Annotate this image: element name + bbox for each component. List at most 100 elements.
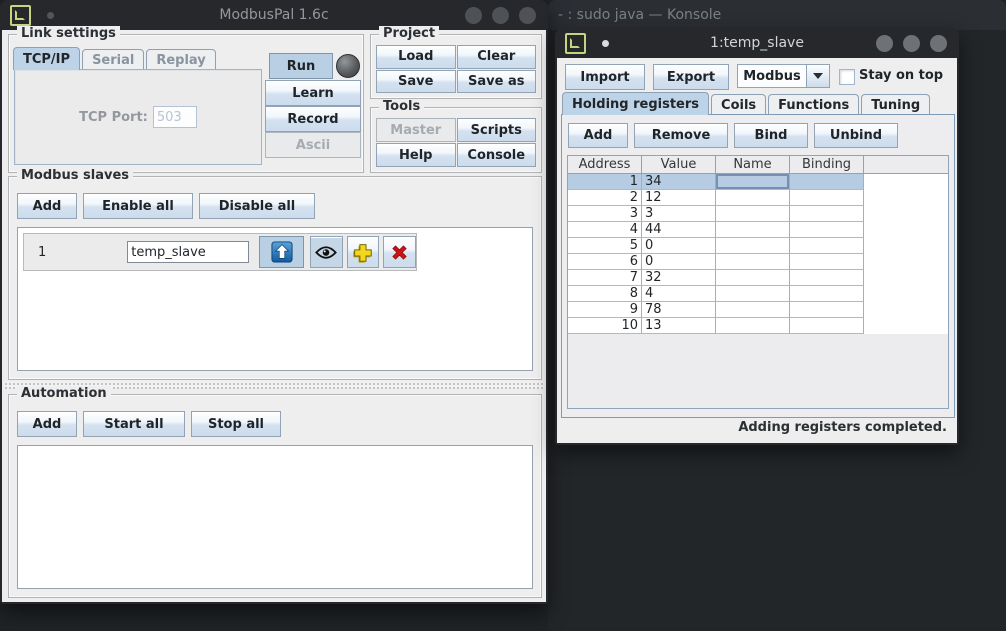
slave-maximize-button[interactable] xyxy=(903,35,920,52)
slave-add-register-button[interactable] xyxy=(347,236,380,268)
slave-delete-button[interactable] xyxy=(383,236,416,268)
slave-close-button[interactable] xyxy=(930,35,947,52)
register-remove-button[interactable]: Remove xyxy=(634,123,728,148)
enable-all-button[interactable]: Enable all xyxy=(83,193,193,219)
cell-address[interactable]: 9 xyxy=(568,302,642,318)
tools-console-button[interactable]: Console xyxy=(457,143,537,167)
cell-value[interactable]: 78 xyxy=(642,302,716,318)
cell-value[interactable]: 0 xyxy=(642,238,716,254)
disable-all-button[interactable]: Disable all xyxy=(199,193,315,219)
cell-binding[interactable] xyxy=(790,190,864,206)
table-row[interactable]: 1 34 xyxy=(568,174,948,190)
minimize-button[interactable] xyxy=(465,7,482,24)
tab-tcpip[interactable]: TCP/IP xyxy=(13,47,80,70)
slave-enable-toggle[interactable] xyxy=(259,236,304,268)
cell-binding[interactable] xyxy=(790,318,864,334)
table-row[interactable]: 2 12 xyxy=(568,190,948,206)
cell-address[interactable]: 8 xyxy=(568,286,642,302)
close-button[interactable] xyxy=(519,7,536,24)
table-row[interactable]: 3 3 xyxy=(568,206,948,222)
combobox-arrow-icon[interactable] xyxy=(806,64,830,88)
cell-name[interactable] xyxy=(716,254,790,270)
cell-value[interactable]: 3 xyxy=(642,206,716,222)
cell-binding[interactable] xyxy=(790,302,864,318)
tools-master-button[interactable]: Master xyxy=(376,118,456,142)
project-clear-button[interactable]: Clear xyxy=(457,45,537,69)
tab-holding-registers[interactable]: Holding registers xyxy=(562,92,709,115)
import-button[interactable]: Import xyxy=(565,64,645,90)
cell-address[interactable]: 5 xyxy=(568,238,642,254)
export-button[interactable]: Export xyxy=(653,64,729,90)
learn-button[interactable]: Learn xyxy=(265,80,361,106)
cell-address[interactable]: 1 xyxy=(568,174,642,190)
col-header-value[interactable]: Value xyxy=(642,156,716,173)
table-row[interactable]: 9 78 xyxy=(568,302,948,318)
table-header[interactable]: Address Value Name Binding xyxy=(568,156,948,174)
cell-name[interactable] xyxy=(716,302,790,318)
table-row[interactable]: 5 0 xyxy=(568,238,948,254)
table-row[interactable]: 6 0 xyxy=(568,254,948,270)
cell-name[interactable] xyxy=(716,238,790,254)
cell-value[interactable]: 4 xyxy=(642,286,716,302)
record-button[interactable]: Record xyxy=(265,106,361,132)
stay-on-top-checkbox[interactable] xyxy=(839,69,855,85)
cell-binding[interactable] xyxy=(790,174,864,190)
cell-binding[interactable] xyxy=(790,270,864,286)
konsole-titlebar[interactable]: - : sudo java — Konsole xyxy=(548,0,1006,30)
register-unbind-button[interactable]: Unbind xyxy=(814,123,898,148)
tab-replay[interactable]: Replay xyxy=(146,49,215,70)
start-all-button[interactable]: Start all xyxy=(83,411,185,437)
cell-value[interactable]: 32 xyxy=(642,270,716,286)
cell-value[interactable]: 44 xyxy=(642,222,716,238)
tools-help-button[interactable]: Help xyxy=(376,143,456,167)
tab-tuning[interactable]: Tuning xyxy=(861,94,930,115)
cell-binding[interactable] xyxy=(790,238,864,254)
cell-name[interactable] xyxy=(716,222,790,238)
stop-all-button[interactable]: Stop all xyxy=(191,411,281,437)
slave-titlebar[interactable]: 1:temp_slave xyxy=(555,28,959,58)
slave-row[interactable]: 1 xyxy=(23,233,417,271)
cell-name[interactable] xyxy=(716,286,790,302)
slave-view-button[interactable] xyxy=(310,236,343,268)
col-header-binding[interactable]: Binding xyxy=(790,156,864,173)
cell-address[interactable]: 3 xyxy=(568,206,642,222)
tab-functions[interactable]: Functions xyxy=(768,94,859,115)
register-add-button[interactable]: Add xyxy=(568,123,628,148)
cell-binding[interactable] xyxy=(790,254,864,270)
table-row[interactable]: 4 44 xyxy=(568,222,948,238)
cell-value[interactable]: 12 xyxy=(642,190,716,206)
table-row[interactable]: 8 4 xyxy=(568,286,948,302)
maximize-button[interactable] xyxy=(492,7,509,24)
cell-name[interactable] xyxy=(716,270,790,286)
cell-address[interactable]: 7 xyxy=(568,270,642,286)
col-header-address[interactable]: Address xyxy=(568,156,642,173)
protocol-combobox[interactable]: Modbus xyxy=(737,64,830,88)
table-row[interactable]: 10 13 xyxy=(568,318,948,334)
project-saveas-button[interactable]: Save as xyxy=(457,70,537,94)
tcp-port-input[interactable] xyxy=(153,106,197,128)
col-header-name[interactable]: Name xyxy=(716,156,790,173)
cell-name[interactable] xyxy=(716,206,790,222)
cell-binding[interactable] xyxy=(790,206,864,222)
cell-address[interactable]: 2 xyxy=(568,190,642,206)
cell-address[interactable]: 4 xyxy=(568,222,642,238)
table-row[interactable]: 7 32 xyxy=(568,270,948,286)
register-bind-button[interactable]: Bind xyxy=(734,123,808,148)
cell-binding[interactable] xyxy=(790,286,864,302)
cell-value[interactable]: 34 xyxy=(642,174,716,190)
cell-name[interactable] xyxy=(716,318,790,334)
registers-scrollpane[interactable]: Address Value Name Binding 1 34 2 12 xyxy=(567,155,949,409)
slave-name-input[interactable] xyxy=(127,241,249,263)
tools-scripts-button[interactable]: Scripts xyxy=(457,118,537,142)
ascii-button[interactable]: Ascii xyxy=(265,132,361,158)
run-button[interactable]: Run xyxy=(269,53,333,79)
automation-add-button[interactable]: Add xyxy=(17,411,77,437)
project-load-button[interactable]: Load xyxy=(376,45,456,69)
cell-address[interactable]: 6 xyxy=(568,254,642,270)
slave-minimize-button[interactable] xyxy=(876,35,893,52)
slave-add-button[interactable]: Add xyxy=(17,193,77,219)
cell-value[interactable]: 0 xyxy=(642,254,716,270)
cell-name[interactable] xyxy=(716,190,790,206)
tab-serial[interactable]: Serial xyxy=(82,49,144,70)
cell-name[interactable] xyxy=(716,174,790,190)
